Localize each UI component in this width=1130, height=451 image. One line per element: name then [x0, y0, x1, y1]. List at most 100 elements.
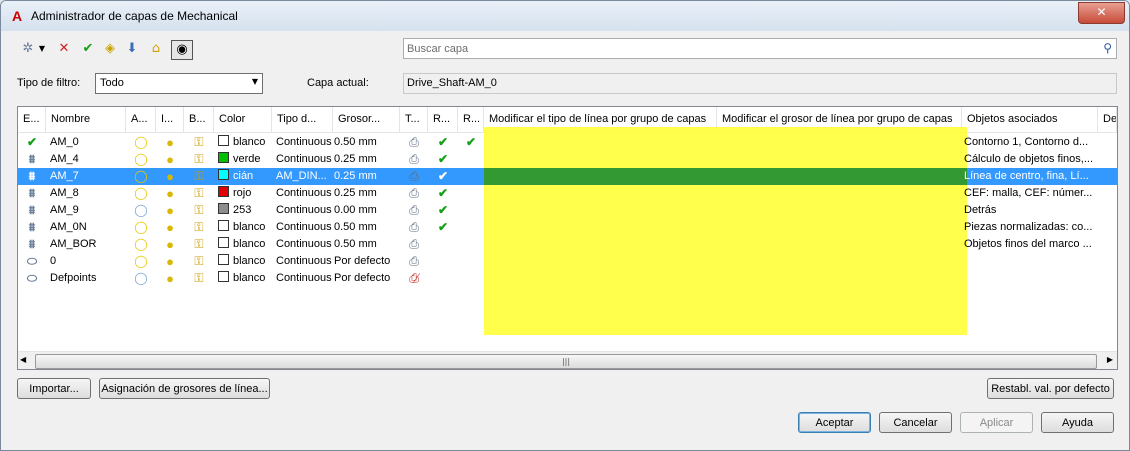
column-header[interactable]: A...: [126, 107, 156, 132]
column-header[interactable]: R...: [428, 107, 458, 132]
check-icon[interactable]: [458, 270, 484, 287]
column-header[interactable]: T...: [400, 107, 428, 132]
current-layer-icon[interactable]: ✔: [18, 134, 46, 151]
check-icon[interactable]: ✔: [428, 202, 458, 219]
unlock-icon[interactable]: ⚿: [184, 253, 214, 270]
plot-icon[interactable]: ⎙: [400, 151, 428, 168]
new-layer-icon[interactable]: ✲: [19, 40, 37, 58]
layer-name[interactable]: AM_0N: [50, 219, 126, 236]
associated-objects[interactable]: [964, 253, 1098, 270]
table-row[interactable]: ⩩ AM_9 ◯ ● ⚿ 253 Continuous 0.00 mm ⎙ ✔ Detrás: [18, 202, 1117, 219]
plot-icon[interactable]: ⎙: [400, 134, 428, 151]
layer-color[interactable]: blanco: [218, 270, 272, 287]
unlock-icon[interactable]: ⚿: [184, 151, 214, 168]
associated-objects[interactable]: Cálculo de objetos finos,...: [964, 151, 1098, 168]
table-row[interactable]: ⩩ AM_8 ◯ ● ⚿ rojo Continuous 0.25 mm ⎙ ✔ CEF: mall…: [18, 185, 1117, 202]
layer-states-icon[interactable]: ◈: [101, 40, 119, 58]
unlock-icon[interactable]: ⚿: [184, 134, 214, 151]
close-button[interactable]: ✕: [1078, 2, 1125, 24]
table-row[interactable]: ⬭ 0 ◯ ● ⚿ blanco Continuous Por defecto ⎙: [18, 253, 1117, 270]
layer-icon[interactable]: ⩩: [18, 219, 46, 236]
column-header[interactable]: I...: [156, 107, 184, 132]
layer-color[interactable]: verde: [218, 151, 272, 168]
layer-linetype[interactable]: Continuous: [276, 151, 333, 168]
plot-icon[interactable]: ⎙: [400, 253, 428, 270]
help-button[interactable]: Ayuda: [1041, 412, 1114, 433]
associated-objects[interactable]: [964, 270, 1098, 287]
freeze-sun-icon[interactable]: ●: [156, 185, 184, 202]
search-box[interactable]: ⚲: [403, 38, 1117, 59]
layer-color[interactable]: rojo: [218, 185, 272, 202]
layer-color[interactable]: blanco: [218, 219, 272, 236]
plot-icon[interactable]: ⎙: [400, 236, 428, 253]
layer-name[interactable]: 0: [50, 253, 126, 270]
layer-lineweight[interactable]: 0.50 mm: [334, 219, 400, 236]
accept-button[interactable]: Aceptar: [798, 412, 871, 433]
layer-name[interactable]: AM_BOR: [50, 236, 126, 253]
title-bar[interactable]: A Administrador de capas de Mechanical ✕: [1, 1, 1129, 31]
freeze-sun-icon[interactable]: ●: [156, 134, 184, 151]
check-icon[interactable]: ✔: [458, 134, 484, 151]
check-icon[interactable]: [458, 236, 484, 253]
import-button[interactable]: Importar...: [17, 378, 91, 399]
layer-linetype[interactable]: Continuous: [276, 134, 333, 151]
filter-type-select[interactable]: Todo ▼: [95, 73, 263, 94]
column-header[interactable]: Objetos asociados: [962, 107, 1098, 132]
freeze-sun-icon[interactable]: ●: [156, 253, 184, 270]
layer-color[interactable]: 253: [218, 202, 272, 219]
delete-layer-icon[interactable]: ✕: [55, 40, 73, 58]
layer-icon[interactable]: ⩩: [18, 151, 46, 168]
layer-color[interactable]: blanco: [218, 253, 272, 270]
column-header[interactable]: E...: [18, 107, 46, 132]
freeze-sun-icon[interactable]: ●: [156, 270, 184, 287]
check-icon[interactable]: ✔: [428, 151, 458, 168]
freeze-sun-icon[interactable]: ●: [156, 151, 184, 168]
layer-color[interactable]: blanco: [218, 134, 272, 151]
layer-color[interactable]: cián: [218, 168, 272, 185]
apply-button[interactable]: Aplicar: [960, 412, 1033, 433]
layer-name[interactable]: AM_9: [50, 202, 126, 219]
search-icon[interactable]: ⚲: [1103, 41, 1112, 55]
column-header[interactable]: De: [1098, 107, 1117, 132]
unlock-icon[interactable]: ⚿: [184, 270, 214, 287]
check-icon[interactable]: ✔: [428, 219, 458, 236]
lightbulb-icon[interactable]: ◯: [126, 270, 156, 287]
column-header[interactable]: Nombre: [46, 107, 126, 132]
layer-linetype[interactable]: AM_DIN...: [276, 168, 333, 185]
plot-icon[interactable]: ⎙: [400, 202, 428, 219]
associated-objects[interactable]: Contorno 1, Contorno d...: [964, 134, 1098, 151]
lightbulb-icon[interactable]: ◯: [126, 134, 156, 151]
lineweight-assignment-button[interactable]: Asignación de grosores de línea...: [99, 378, 270, 399]
layer-lock-icon[interactable]: ⌂: [147, 40, 165, 58]
scroll-thumb[interactable]: |||: [35, 354, 1097, 369]
check-icon[interactable]: [458, 202, 484, 219]
layer-name[interactable]: Defpoints: [50, 270, 126, 287]
freeze-sun-icon[interactable]: ●: [156, 219, 184, 236]
check-icon[interactable]: [428, 270, 458, 287]
table-row[interactable]: ⩩ AM_0N ◯ ● ⚿ blanco Continuous 0.50 mm ⎙ ✔ Piezas…: [18, 219, 1117, 236]
reset-defaults-button[interactable]: Restabl. val. por defecto: [987, 378, 1114, 399]
search-input[interactable]: [407, 39, 1087, 58]
unlock-icon[interactable]: ⚿: [184, 236, 214, 253]
cancel-button[interactable]: Cancelar: [879, 412, 952, 433]
column-header[interactable]: R...: [458, 107, 484, 132]
check-icon[interactable]: ✔: [428, 168, 458, 185]
layer-icon[interactable]: ⬭: [18, 253, 46, 270]
layer-linetype[interactable]: Continuous: [276, 253, 333, 270]
layer-lineweight[interactable]: 0.50 mm: [334, 236, 400, 253]
lightbulb-icon[interactable]: ◯: [126, 185, 156, 202]
associated-objects[interactable]: Línea de centro, fina, Lí...: [964, 168, 1098, 185]
associated-objects[interactable]: CEF: malla, CEF: númer...: [964, 185, 1098, 202]
layer-lineweight[interactable]: 0.00 mm: [334, 202, 400, 219]
dropdown-arrow-icon[interactable]: ▼: [37, 40, 47, 58]
unlock-icon[interactable]: ⚿: [184, 185, 214, 202]
lightbulb-icon[interactable]: ◯: [126, 202, 156, 219]
no-plot-icon[interactable]: ⎙̸: [400, 270, 428, 287]
plot-icon[interactable]: ⎙: [400, 185, 428, 202]
lightbulb-icon[interactable]: ◯: [126, 253, 156, 270]
plot-icon[interactable]: ⎙: [400, 168, 428, 185]
layer-lineweight[interactable]: 0.25 mm: [334, 151, 400, 168]
set-current-icon[interactable]: ✔: [79, 40, 97, 58]
lightbulb-icon[interactable]: ◯: [126, 151, 156, 168]
layer-linetype[interactable]: Continuous: [276, 202, 333, 219]
